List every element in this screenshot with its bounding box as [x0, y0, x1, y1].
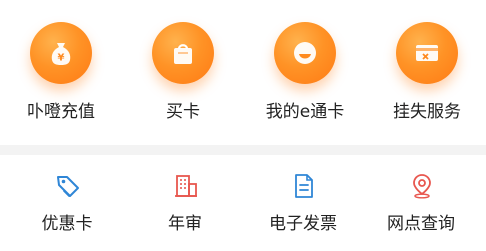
location-pin-icon: [413, 174, 431, 199]
e-invoice-button[interactable]: 电子发票: [244, 155, 362, 251]
money-bag-icon: ¥: [51, 43, 71, 65]
annual-review-button[interactable]: 年审: [126, 155, 244, 251]
buy-card-icon-circle: [152, 22, 214, 84]
top-service-row: ¥ 卟噔充值 买卡 我的e通卡 挂失服务: [0, 0, 486, 145]
discount-card-button[interactable]: 优惠卡: [8, 155, 126, 251]
outlet-search-button[interactable]: 网点查询: [362, 155, 480, 251]
my-ecard-label: 我的e通卡: [265, 102, 345, 122]
recharge-button[interactable]: ¥ 卟噔充值: [0, 0, 122, 145]
smile-card-icon: [294, 42, 316, 64]
discount-card-label: 优惠卡: [41, 214, 93, 234]
report-loss-label: 挂失服务: [393, 102, 461, 122]
annual-review-label: 年审: [168, 214, 202, 234]
report-loss-button[interactable]: 挂失服务: [366, 0, 486, 145]
report-loss-icon-circle: [396, 22, 458, 84]
my-ecard-icon-circle: [274, 22, 336, 84]
buy-card-button[interactable]: 买卡: [122, 0, 244, 145]
tag-icon: [57, 176, 79, 197]
card-cancel-icon: [416, 45, 438, 61]
e-invoice-label: 电子发票: [269, 214, 337, 234]
outlet-search-label: 网点查询: [387, 214, 455, 234]
recharge-icon-circle: ¥: [30, 22, 92, 84]
bottom-service-row: 优惠卡 年审 电子发票 网点查询: [8, 155, 478, 251]
buy-card-label: 买卡: [166, 102, 200, 122]
building-icon: [175, 175, 197, 197]
section-divider: [0, 145, 486, 155]
shopping-bag-icon: [174, 44, 192, 64]
document-icon: [295, 174, 313, 198]
recharge-label: 卟噔充值: [27, 102, 95, 122]
svg-text:¥: ¥: [58, 53, 65, 64]
my-ecard-button[interactable]: 我的e通卡: [244, 0, 366, 145]
